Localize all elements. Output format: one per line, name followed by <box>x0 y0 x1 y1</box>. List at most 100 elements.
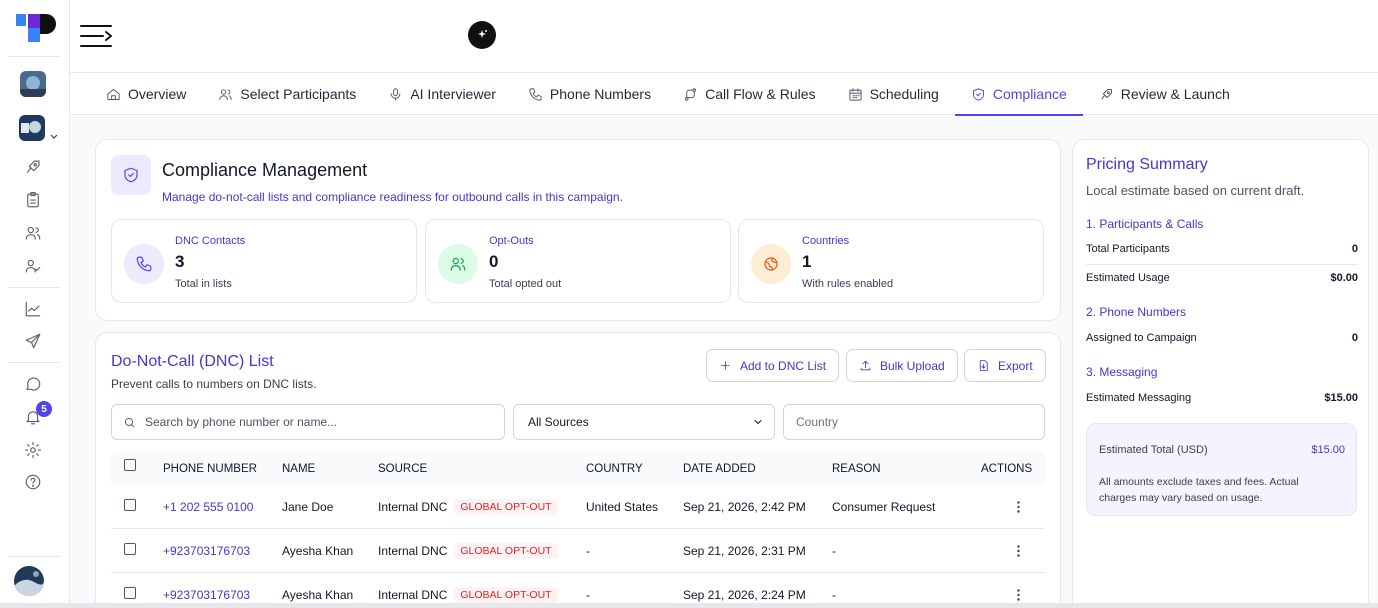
sidebar-divider <box>8 362 60 363</box>
menu-toggle-icon[interactable] <box>80 22 116 50</box>
more-actions-icon[interactable] <box>1011 500 1025 514</box>
tab-select-participants[interactable]: Select Participants <box>202 73 372 115</box>
add-to-dnc-button[interactable]: Add to DNC List <box>706 349 840 382</box>
table-row[interactable]: +1 202 555 0100 Jane Doe Internal DNC GL… <box>111 485 1045 529</box>
source-selected-value: All Sources <box>528 415 589 429</box>
compliance-subtitle: Manage do-not-call lists and compliance … <box>162 190 623 204</box>
chart-icon[interactable] <box>22 298 44 320</box>
dnc-list-card: Do-Not-Call (DNC) List Prevent calls to … <box>95 332 1061 608</box>
rocket-icon[interactable] <box>22 156 44 178</box>
column-header-phone[interactable]: PHONE NUMBER <box>163 452 257 485</box>
country-value: - <box>586 543 590 558</box>
reason-value: - <box>832 543 836 558</box>
bottom-scroll-edge <box>0 603 1378 608</box>
source-cell: Internal DNC GLOBAL OPT-OUT <box>378 485 558 528</box>
total-label: Estimated Total (USD) <box>1099 444 1208 456</box>
search-field[interactable] <box>111 404 505 440</box>
app-logo[interactable] <box>16 12 56 44</box>
total-value: $15.00 <box>1311 444 1345 456</box>
table-row[interactable]: +923703176703 Ayesha Khan Internal DNC G… <box>111 529 1045 573</box>
more-actions-icon[interactable] <box>1011 588 1025 602</box>
column-header-name[interactable]: NAME <box>282 452 315 485</box>
column-header-date[interactable]: DATE ADDED <box>683 452 756 485</box>
campaign-tabs: Overview Select Participants AI Intervie… <box>70 73 1378 116</box>
stat-card-countries: Countries 1 With rules enabled <box>738 219 1044 303</box>
pricing-summary-card: Pricing Summary Local estimate based on … <box>1072 139 1369 608</box>
column-header-country[interactable]: COUNTRY <box>586 452 643 485</box>
stat-value: 0 <box>489 252 499 271</box>
column-header-actions: ACTIONS <box>981 462 1033 475</box>
users-icon <box>219 88 232 100</box>
column-header-reason[interactable]: REASON <box>832 452 881 485</box>
stat-label: Countries <box>802 235 850 247</box>
stat-card-opt-outs: Opt-Outs 0 Total opted out <box>425 219 731 303</box>
tab-compliance[interactable]: Compliance <box>954 73 1083 116</box>
stat-caption: With rules enabled <box>802 278 894 290</box>
send-icon[interactable] <box>22 330 44 352</box>
users-icon[interactable] <box>22 222 44 244</box>
flow-icon <box>685 87 697 101</box>
shield-icon <box>972 87 984 101</box>
row-checkbox[interactable] <box>124 587 136 599</box>
tab-ai-interviewer[interactable]: AI Interviewer <box>372 73 512 115</box>
pricing-divider <box>1086 264 1358 265</box>
pricing-row-label: Assigned to Campaign <box>1086 332 1197 344</box>
pricing-section-messaging: 3. Messaging <box>1086 365 1158 379</box>
country-input[interactable] <box>796 415 1026 429</box>
tab-overview[interactable]: Overview <box>90 73 202 115</box>
column-header-source[interactable]: SOURCE <box>378 452 427 485</box>
tab-scheduling[interactable]: Scheduling <box>832 73 955 115</box>
pricing-row-label: Estimated Messaging <box>1086 392 1192 404</box>
mic-icon <box>390 87 401 101</box>
export-button[interactable]: Export <box>964 349 1046 382</box>
stat-value: 3 <box>175 252 185 271</box>
user-avatar[interactable] <box>14 566 44 596</box>
tab-label: Compliance <box>992 86 1067 102</box>
gear-icon[interactable] <box>22 439 44 461</box>
status-badge: GLOBAL OPT-OUT <box>454 586 558 603</box>
help-icon[interactable] <box>22 471 44 493</box>
tab-call-flow-rules[interactable]: Call Flow & Rules <box>667 73 831 115</box>
clipboard-icon[interactable] <box>22 189 44 211</box>
search-input[interactable] <box>145 415 485 429</box>
organization-avatar[interactable] <box>19 115 45 141</box>
sidebar-divider <box>8 56 60 57</box>
pricing-row: Estimated Usage $0.00 <box>1086 272 1358 284</box>
pricing-row: Total Participants 0 <box>1086 243 1358 255</box>
reason-value: Consumer Request <box>832 499 936 514</box>
search-icon <box>124 417 135 427</box>
upload-icon <box>860 360 871 371</box>
user-check-icon[interactable] <box>22 255 44 277</box>
more-actions-icon[interactable] <box>1011 544 1025 558</box>
sidebar-divider <box>8 287 60 288</box>
tab-label: Call Flow & Rules <box>705 86 816 102</box>
sidebar: 5 <box>0 0 70 608</box>
pricing-subtitle: Local estimate based on current draft. <box>1086 183 1305 198</box>
phone-number: +1 202 555 0100 <box>163 499 254 514</box>
select-all-checkbox[interactable] <box>124 459 136 471</box>
phone-number: +923703176703 <box>163 543 251 558</box>
total-note: All amounts exclude taxes and fees. Actu… <box>1099 476 1299 504</box>
plus-icon <box>721 361 730 370</box>
country-field[interactable] <box>783 404 1045 440</box>
pricing-row-value: $15.00 <box>1324 392 1358 404</box>
chat-icon[interactable] <box>22 373 44 395</box>
bulk-upload-button[interactable]: Bulk Upload <box>846 349 958 382</box>
tab-phone-numbers[interactable]: Phone Numbers <box>512 73 667 115</box>
row-checkbox[interactable] <box>124 499 136 511</box>
dnc-title: Do-Not-Call (DNC) List <box>111 353 274 370</box>
contact-name: Jane Doe <box>282 499 334 514</box>
home-icon <box>107 88 120 100</box>
stat-label: DNC Contacts <box>175 235 246 247</box>
tab-review-launch[interactable]: Review & Launch <box>1083 73 1246 115</box>
ai-assistant-icon[interactable] <box>468 21 496 49</box>
workspace-avatar[interactable] <box>20 71 46 97</box>
chevron-down-icon[interactable] <box>50 133 58 141</box>
source-select[interactable]: All Sources <box>513 404 775 440</box>
source-value: Internal DNC <box>378 587 448 602</box>
chevron-down-icon <box>754 420 762 424</box>
tab-label: Review & Launch <box>1120 86 1230 102</box>
date-value: Sep 21, 2026, 2:42 PM <box>683 499 806 514</box>
row-checkbox[interactable] <box>124 543 136 555</box>
stat-caption: Total opted out <box>489 278 562 290</box>
